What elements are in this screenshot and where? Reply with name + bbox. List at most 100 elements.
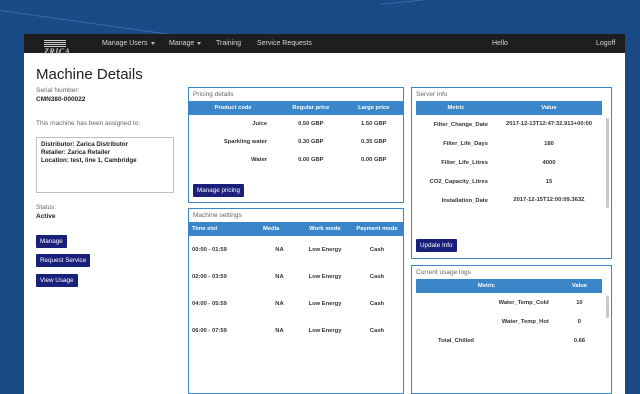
table-row: Sparkling water 0.30 GBP 0.35 GBP <box>189 133 403 151</box>
usage-header: Value <box>556 279 602 293</box>
scrollbar[interactable] <box>606 296 609 318</box>
table-row: Filter_Life_Days 180 <box>416 134 602 153</box>
table-cell: 02:00 - 03:59 <box>192 273 227 280</box>
table-cell: Cash <box>369 300 385 307</box>
table-cell: Total_Chilled <box>438 337 474 344</box>
table-cell: NA <box>275 273 284 280</box>
table-cell: 180 <box>544 140 554 147</box>
machine-settings-panel: Machine settings Time slot Media Work mo… <box>188 208 404 394</box>
table-cell: Low Energy <box>308 300 342 307</box>
usage-title: Current usage logs <box>416 269 471 276</box>
table-row: Juice 0.50 GBP 1.50 GBP <box>189 115 403 133</box>
screenshot-background: { "navbar": { "brand": "ZRICA", "items":… <box>0 0 640 394</box>
table-row: 02:00 - 03:59 NA Low Energy Cash <box>189 263 403 290</box>
retailer-text: Retailer: Zarica Retailer <box>41 149 111 156</box>
settings-table: Time slot Media Work mode Payment mode 0… <box>189 222 403 344</box>
table-cell: Filter_Life_Litres <box>441 159 488 166</box>
server-table: Metric Value Filter_Change_Date 2017-12-1… <box>416 101 602 210</box>
server-header: Metric <box>416 101 496 115</box>
settings-header: Media <box>259 222 299 236</box>
serial-label: Serial Number: <box>36 87 80 94</box>
table-cell: NA <box>275 300 284 307</box>
chevron-down-icon <box>150 41 155 45</box>
table-cell: 00:00 - 01:59 <box>192 246 227 253</box>
table-cell: 06:00 - 07:59 <box>192 327 227 334</box>
chevron-down-icon <box>197 41 202 45</box>
table-cell: Filter_Life_Days <box>443 140 488 147</box>
serial-value: CMN380-000022 <box>36 96 86 103</box>
settings-header: Time slot <box>189 222 260 236</box>
app-window: ZRICA Manage Users Manage Training Servi… <box>24 34 625 394</box>
table-cell: Filter_Change_Date <box>433 121 488 128</box>
manage-pricing-button[interactable]: Manage pricing <box>193 184 245 197</box>
logout-link[interactable]: Logoff <box>596 40 615 47</box>
table-cell: 0 <box>577 318 582 325</box>
nav-label: Manage Users <box>102 40 148 47</box>
table-cell: Low Energy <box>308 273 342 280</box>
table-row: CO2_Capacity_Litres 15 <box>416 172 602 191</box>
table-row: 06:00 - 07:59 NA Low Energy Cash <box>189 317 403 344</box>
distributor-text: Distributor: Zarica Distributor <box>41 141 128 148</box>
server-header: Value <box>495 101 602 115</box>
logo-bars-icon <box>44 39 66 47</box>
settings-header: Payment mode <box>351 222 403 236</box>
table-cell: 0.30 GBP <box>298 139 324 145</box>
settings-title: Machine settings <box>193 212 242 219</box>
pricing-title: Pricing details <box>193 91 234 98</box>
table-cell: 04:00 - 05:59 <box>192 300 227 307</box>
table-cell: 0.66 <box>573 337 586 344</box>
table-cell: Sparkling water <box>223 139 268 145</box>
table-row: Water_Temp_Cold 10 <box>416 293 602 312</box>
pricing-header: Regular price <box>277 101 345 115</box>
pricing-header: Large price <box>344 101 403 115</box>
page-title: Machine Details <box>36 66 143 83</box>
usage-logs-panel: Current usage logs Metric Value Water_Te… <box>411 265 612 394</box>
server-info-panel: Server info Metric Value Filter_Change_D… <box>411 87 612 259</box>
nav-service-requests[interactable]: Service Requests <box>257 40 312 47</box>
view-usage-button[interactable]: View Usage <box>36 274 78 287</box>
table-cell: Low Energy <box>308 246 342 253</box>
scrollbar[interactable] <box>606 118 609 208</box>
usage-table-wrap[interactable]: Metric Value Water_Temp_Cold 10 Water_Tem… <box>416 279 602 350</box>
table-cell: Cash <box>369 273 385 280</box>
nav-manage-users[interactable]: Manage Users <box>102 40 155 47</box>
request-service-button[interactable]: Request Service <box>36 254 91 267</box>
manage-button[interactable]: Manage <box>36 235 67 248</box>
settings-header: Work mode <box>299 222 351 236</box>
brand-name: ZRICA <box>44 47 71 56</box>
table-cell: Low Energy <box>308 327 342 334</box>
update-info-button[interactable]: Update Info <box>416 239 457 252</box>
assignment-box: Distributor: Zarica Distributor Retailer… <box>36 137 174 193</box>
table-cell: 0.00 GBP <box>361 157 387 163</box>
table-cell: 10 <box>576 299 583 306</box>
table-cell: Cash <box>369 246 385 253</box>
table-cell: Water <box>251 157 268 163</box>
table-cell: Juice <box>252 121 268 127</box>
table-row: 00:00 - 01:59 NA Low Energy Cash <box>189 236 403 263</box>
table-cell: Installation_Date <box>441 197 488 204</box>
table-cell: 0.35 GBP <box>361 139 387 145</box>
nav-manage[interactable]: Manage <box>169 40 202 47</box>
table-row: Filter_Change_Date 2017-12-13T12:47:32.91… <box>416 115 602 134</box>
table-cell: 1.50 GBP <box>361 121 387 127</box>
table-cell: NA <box>275 246 284 253</box>
table-cell: Water_Temp_Hot <box>501 318 549 325</box>
nav-training[interactable]: Training <box>216 40 241 47</box>
table-cell: 2017-12-13T12:47:32.913+00:00 <box>506 121 592 127</box>
server-table-wrap[interactable]: Metric Value Filter_Change_Date 2017-12-1… <box>416 101 602 210</box>
table-row: 04:00 - 05:59 NA Low Energy Cash <box>189 290 403 317</box>
background-line <box>379 0 639 5</box>
usage-header: Metric <box>416 279 557 293</box>
pricing-table: Product code Regular price Large price J… <box>189 101 403 169</box>
brand-logo[interactable]: ZRICA <box>44 38 92 56</box>
table-cell: CO2_Capacity_Litres <box>429 178 488 185</box>
nav-label: Manage <box>169 40 195 47</box>
table-row: Total_Chilled 0.66 <box>416 331 602 350</box>
status-value: Active <box>36 213 56 220</box>
table-cell: 0.00 GBP <box>298 157 324 163</box>
table-cell: 2017-12-15T12:00:09.363Z <box>513 197 585 203</box>
table-row: Filter_Life_Litres 4000 <box>416 153 602 172</box>
usage-table: Metric Value Water_Temp_Cold 10 Water_Tem… <box>416 279 602 350</box>
pricing-panel: Pricing details Product code Regular pri… <box>188 87 404 203</box>
nav-hello: Hello <box>492 40 508 47</box>
